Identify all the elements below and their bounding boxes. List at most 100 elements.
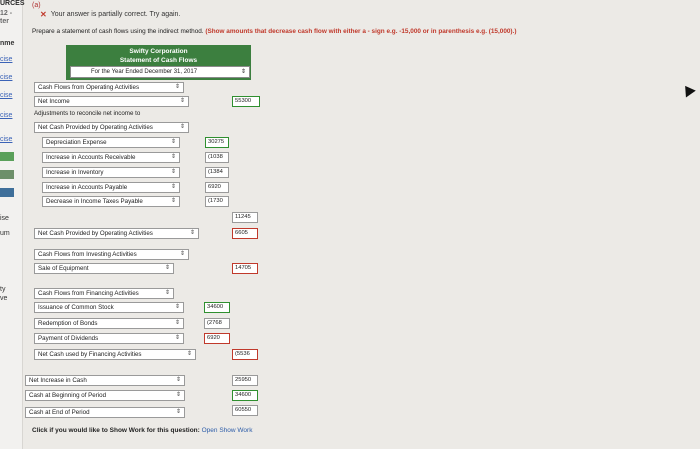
financing-item-label: Payment of Dividends	[38, 335, 99, 342]
operating-item-input[interactable]: 6920	[205, 182, 229, 193]
instructions: Prepare a statement of cash flows using …	[32, 28, 516, 35]
sidebar-link-5[interactable]: cise	[0, 136, 12, 143]
operating-item-label: Increase in Accounts Payable	[46, 184, 128, 191]
operating-subtotal-input[interactable]: 11245	[232, 212, 258, 223]
net-operating-select[interactable]: Net Cash Provided by Operating Activitie…	[34, 228, 199, 239]
net-income-label: Net Income	[38, 98, 70, 105]
chevron-updown-icon: ⇕	[179, 124, 185, 130]
investing-item-input[interactable]: 14705	[232, 263, 258, 274]
status-text: Your answer is partially correct. Try ag…	[50, 11, 181, 18]
resources-sidebar: URCES 12 - ter nme cise cise cise cise c…	[0, 0, 25, 449]
financing-item-label: Redemption of Bonds	[38, 320, 98, 327]
end-cash-select[interactable]: Cash at End of Period ⇕	[25, 407, 185, 418]
chevron-updown-icon: ⇕	[164, 290, 170, 296]
investing-item-select[interactable]: Sale of Equipment ⇕	[34, 263, 174, 274]
sidebar-link-2[interactable]: cise	[0, 74, 12, 81]
period-select-value: For the Year Ended December 31, 2017	[91, 69, 198, 75]
operating-item-input[interactable]: (1730	[205, 196, 229, 207]
statement-title: Statement of Cash Flows	[119, 57, 198, 64]
operating-item-select[interactable]: Increase in Inventory ⇕	[42, 167, 180, 178]
financing-heading-select[interactable]: Cash Flows from Financing Activities ⇕	[34, 288, 174, 299]
question-area: (a) ✕ Your answer is partially correct. …	[22, 0, 700, 449]
instructions-prefix: Prepare a statement of cash flows using …	[32, 28, 204, 35]
operating-item-select[interactable]: Increase in Accounts Receivable ⇕	[42, 152, 180, 163]
operating-item-label: Decrease in Income Taxes Payable	[46, 198, 143, 205]
net-income-input[interactable]: 55300	[232, 96, 260, 107]
sidebar-section-label: nme	[0, 40, 15, 47]
sidebar-link-3[interactable]: cise	[0, 92, 12, 99]
operating-item-input[interactable]: (1384	[205, 167, 229, 178]
investing-item-label: Sale of Equipment	[38, 265, 89, 272]
chevron-updown-icon: ⇕	[175, 377, 181, 383]
period-select[interactable]: For the Year Ended December 31, 2017 ⇕	[70, 66, 250, 78]
financing-item-input[interactable]: 34600	[204, 302, 230, 313]
adjustments-select[interactable]: Net Cash Provided by Operating Activitie…	[34, 122, 189, 133]
sidebar-word: ise	[0, 215, 9, 222]
sidebar-title: URCES	[0, 0, 25, 7]
sidebar-link-1[interactable]: cise	[0, 56, 12, 63]
sidebar-word: ty	[0, 286, 6, 293]
net-operating-label: Net Cash Provided by Operating Activitie…	[38, 230, 153, 237]
chevron-updown-icon: ⇕	[179, 251, 185, 257]
operating-item-select[interactable]: Increase in Accounts Payable ⇕	[42, 182, 180, 193]
show-work-text: Click if you would like to Show Work for…	[32, 427, 200, 434]
chevron-updown-icon: ⇕	[174, 304, 180, 310]
operating-item-input[interactable]: 30275	[205, 137, 229, 148]
sidebar-block-icon[interactable]	[0, 152, 14, 161]
financing-item-label: Issuance of Common Stock	[38, 304, 114, 311]
company-name: Swifty Corporation	[129, 48, 188, 55]
operating-item-label: Increase in Accounts Receivable	[46, 154, 136, 161]
sidebar-block-icon[interactable]	[0, 188, 14, 197]
net-income-select[interactable]: Net Income ⇕	[34, 96, 189, 107]
chevron-updown-icon: ⇕	[175, 409, 181, 415]
show-work-prompt: Click if you would like to Show Work for…	[32, 427, 252, 434]
financing-item-select[interactable]: Issuance of Common Stock ⇕	[34, 302, 184, 313]
chevron-updown-icon: ⇕	[170, 184, 176, 190]
chevron-updown-icon: ⇕	[189, 230, 195, 236]
chevron-updown-icon: ⇕	[174, 84, 180, 90]
sidebar-word: um	[0, 230, 10, 237]
end-cash-input[interactable]: 60550	[232, 405, 258, 416]
operating-item-label: Increase in Inventory	[46, 169, 104, 176]
sidebar-block-icon[interactable]	[0, 170, 14, 179]
chevron-updown-icon: ⇕	[240, 69, 246, 75]
financing-item-input[interactable]: 6920	[204, 333, 230, 344]
sidebar-word: ve	[0, 295, 8, 302]
financing-item-input[interactable]: (2768	[204, 318, 230, 329]
operating-item-select[interactable]: Decrease in Income Taxes Payable ⇕	[42, 196, 180, 207]
chevron-updown-icon: ⇕	[164, 265, 170, 271]
adjustments-select-value: Net Cash Provided by Operating Activitie…	[38, 124, 153, 131]
operating-item-label: Depreciation Expense	[46, 139, 107, 146]
investing-heading-select[interactable]: Cash Flows from Investing Activities ⇕	[34, 249, 189, 260]
status-message: ✕ Your answer is partially correct. Try …	[40, 10, 180, 19]
financing-item-select[interactable]: Redemption of Bonds ⇕	[34, 318, 184, 329]
net-increase-select[interactable]: Net Increase in Cash ⇕	[25, 375, 185, 386]
chevron-updown-icon: ⇕	[179, 98, 185, 104]
chevron-updown-icon: ⇕	[174, 320, 180, 326]
net-financing-select[interactable]: Net Cash used by Financing Activities ⇕	[34, 349, 196, 360]
net-increase-label: Net Increase in Cash	[29, 377, 87, 384]
financing-item-select[interactable]: Payment of Dividends ⇕	[34, 333, 184, 344]
chevron-updown-icon: ⇕	[170, 139, 176, 145]
open-show-work-link[interactable]: Open Show Work	[202, 427, 253, 434]
part-label: (a)	[32, 2, 41, 9]
net-financing-input[interactable]: (5536	[232, 349, 258, 360]
operating-heading: Cash Flows from Operating Activities	[38, 84, 140, 91]
operating-item-input[interactable]: (1038	[205, 152, 229, 163]
chevron-updown-icon: ⇕	[186, 351, 192, 357]
operating-heading-select[interactable]: Cash Flows from Operating Activities ⇕	[34, 82, 184, 93]
incorrect-x-icon: ✕	[40, 10, 47, 19]
beginning-cash-input[interactable]: 34600	[232, 390, 258, 401]
net-increase-input[interactable]: 25950	[232, 375, 258, 386]
chevron-updown-icon: ⇕	[170, 198, 176, 204]
chevron-updown-icon: ⇕	[174, 335, 180, 341]
instructions-emphasis: (Show amounts that decrease cash flow wi…	[205, 28, 517, 35]
investing-heading: Cash Flows from Investing Activities	[38, 251, 137, 258]
end-cash-label: Cash at End of Period	[29, 409, 90, 416]
operating-item-select[interactable]: Depreciation Expense ⇕	[42, 137, 180, 148]
beginning-cash-select[interactable]: Cash at Beginning of Period ⇕	[25, 390, 185, 401]
chevron-updown-icon: ⇕	[175, 392, 181, 398]
sidebar-link-4[interactable]: cise	[0, 112, 12, 119]
net-operating-input[interactable]: 6605	[232, 228, 258, 239]
net-financing-label: Net Cash used by Financing Activities	[38, 351, 142, 358]
